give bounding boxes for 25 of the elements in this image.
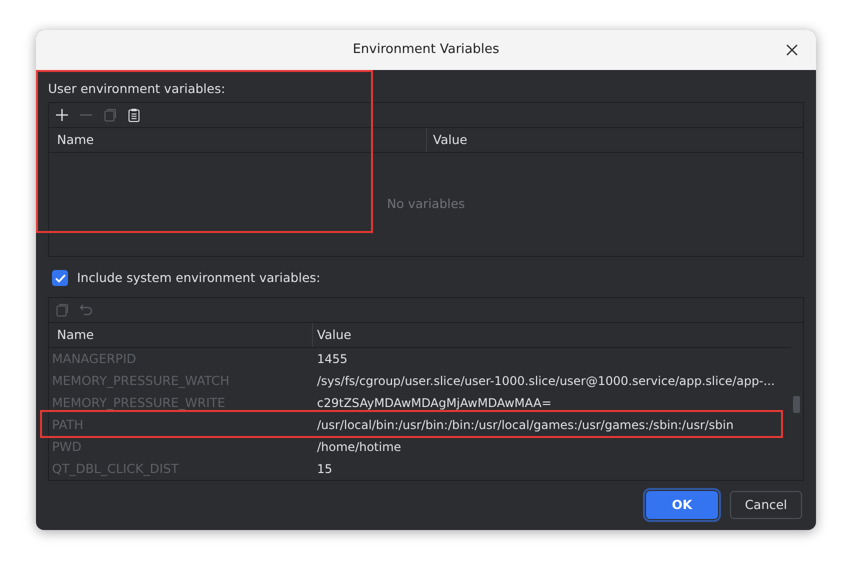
ok-button[interactable]: OK (646, 491, 718, 519)
table-cell-text: c29tZSAyMDAwMDAgMjAwMDAwMAA= (316, 395, 553, 412)
column-header[interactable]: Value (313, 323, 791, 347)
copy-icon[interactable] (103, 108, 117, 122)
section-label: User environment variables: (48, 80, 226, 98)
table-cell-text: 1455 (316, 351, 349, 368)
checkbox[interactable] (52, 270, 68, 286)
window-title: Environment Variables (352, 41, 500, 60)
undo-icon[interactable] (79, 303, 93, 317)
table-cell-text: 15 (316, 461, 334, 478)
column-header[interactable]: Value (427, 128, 803, 152)
cancel-button[interactable]: Cancel (730, 491, 802, 519)
empty-message: No variables (387, 195, 465, 214)
scrollbar-thumb[interactable] (793, 396, 800, 413)
table-cell-text: /usr/local/bin:/usr/bin:/bin:/usr/local/games:/usr/games:/sbin:/usr/sbin (316, 417, 735, 434)
table-cell-text: /home/hotime (316, 439, 402, 456)
table-cell-text: /sys/fs/cgroup/user.slice/user-1000.slice/user@1000.service/app.slice/app-... (316, 373, 776, 390)
column-header[interactable]: Name (49, 323, 313, 347)
checkbox-label: Include system environment variables: (77, 268, 320, 287)
close-icon (786, 44, 798, 56)
close-button[interactable] (784, 42, 800, 58)
plus-icon[interactable] (55, 108, 69, 122)
column-header[interactable]: Name (49, 128, 427, 152)
copy-icon[interactable] (55, 303, 69, 317)
clipboard-icon[interactable] (127, 108, 141, 122)
